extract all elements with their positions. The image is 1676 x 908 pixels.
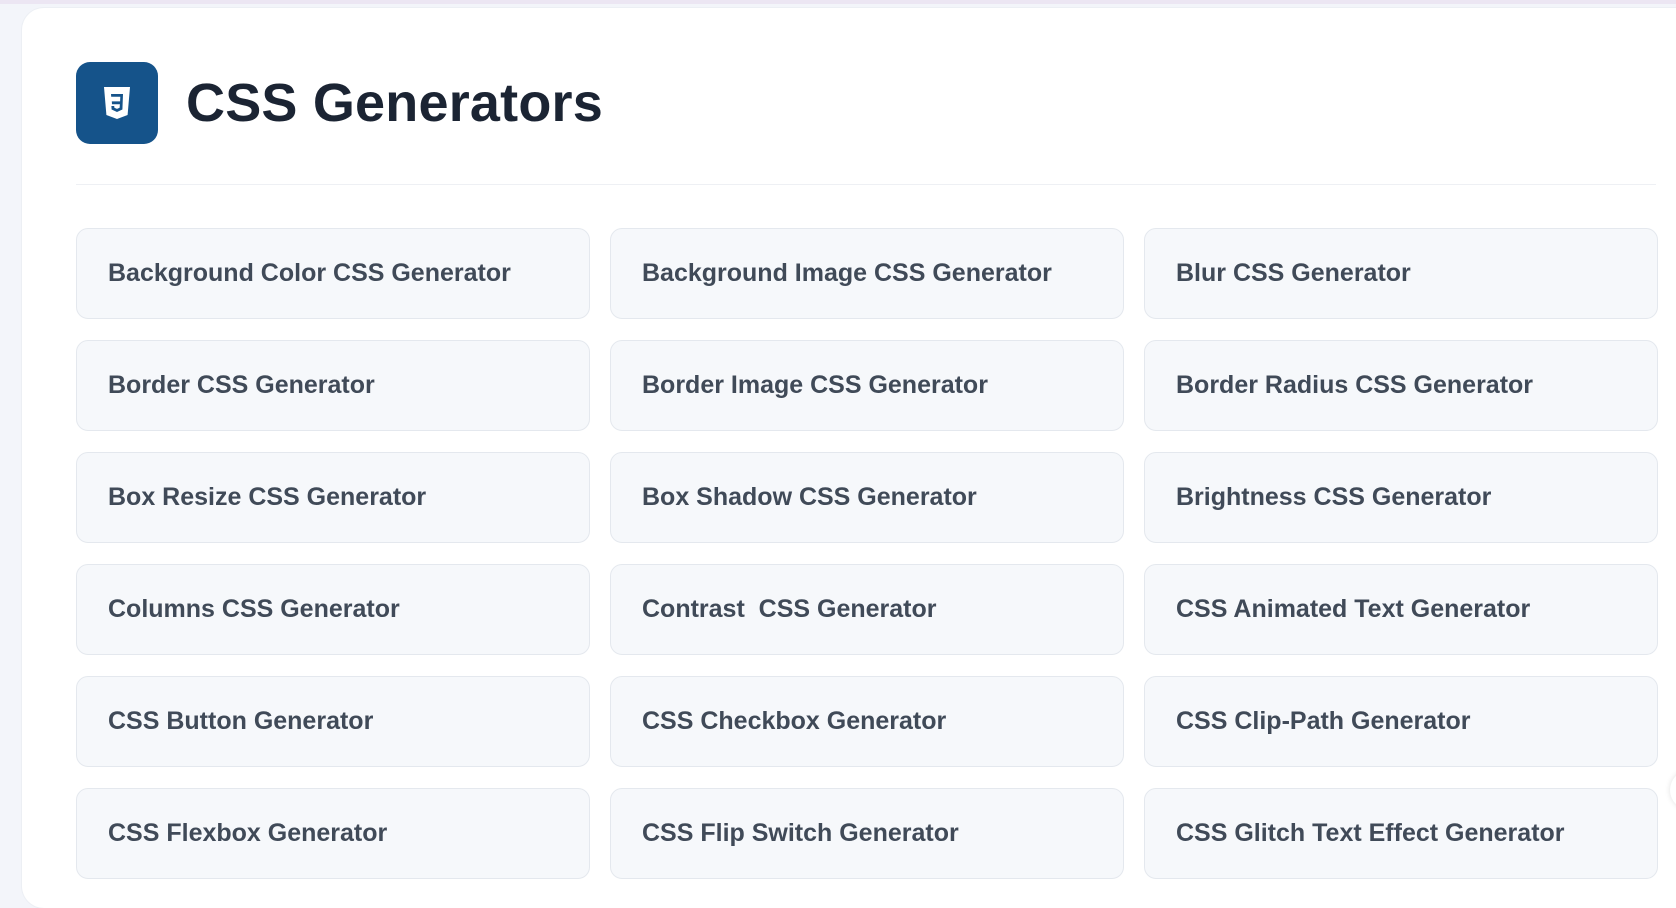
generator-card-label: Border CSS Generator: [108, 371, 375, 399]
generator-card-label: Border Radius CSS Generator: [1176, 371, 1534, 399]
generator-card-box-resize[interactable]: Box Resize CSS Generator: [76, 452, 590, 543]
generator-card-label: CSS Button Generator: [108, 707, 374, 735]
generator-card-label: Brightness CSS Generator: [1176, 483, 1492, 511]
generator-card-flip-switch[interactable]: CSS Flip Switch Generator: [610, 788, 1124, 879]
generator-card-label: Background Image CSS Generator: [642, 259, 1052, 287]
generator-card-label: CSS Checkbox Generator: [642, 707, 947, 735]
generator-card-button[interactable]: CSS Button Generator: [76, 676, 590, 767]
generator-card-label: CSS Animated Text Generator: [1176, 595, 1531, 623]
generator-card-checkbox[interactable]: CSS Checkbox Generator: [610, 676, 1124, 767]
generator-card-label: Columns CSS Generator: [108, 595, 400, 623]
generator-card-label: CSS Flexbox Generator: [108, 819, 388, 847]
generator-card-background-color[interactable]: Background Color CSS Generator: [76, 228, 590, 319]
generator-card-label: CSS Glitch Text Effect Generator: [1176, 819, 1565, 847]
generator-card-label: Contrast CSS Generator: [642, 595, 937, 623]
generator-card-contrast[interactable]: Contrast CSS Generator: [610, 564, 1124, 655]
generator-card-border-radius[interactable]: Border Radius CSS Generator: [1144, 340, 1658, 431]
generator-card-label: Border Image CSS Generator: [642, 371, 988, 399]
page-header: CSS Generators: [76, 62, 603, 144]
generator-card-border-image[interactable]: Border Image CSS Generator: [610, 340, 1124, 431]
generator-card-brightness[interactable]: Brightness CSS Generator: [1144, 452, 1658, 543]
generator-card-label: Blur CSS Generator: [1176, 259, 1411, 287]
generator-card-label: Background Color CSS Generator: [108, 259, 511, 287]
page-title: CSS Generators: [186, 73, 603, 133]
top-border-strip: [0, 0, 1676, 4]
header-divider: [76, 184, 1656, 185]
generator-card-label: CSS Flip Switch Generator: [642, 819, 959, 847]
generator-card-label: CSS Clip-Path Generator: [1176, 707, 1471, 735]
generator-card-columns[interactable]: Columns CSS Generator: [76, 564, 590, 655]
generator-card-background-image[interactable]: Background Image CSS Generator: [610, 228, 1124, 319]
css3-icon: [76, 62, 158, 144]
generator-card-clip-path[interactable]: CSS Clip-Path Generator: [1144, 676, 1658, 767]
generator-card-label: Box Shadow CSS Generator: [642, 483, 977, 511]
generator-card-border[interactable]: Border CSS Generator: [76, 340, 590, 431]
generator-grid: Background Color CSS Generator Backgroun…: [76, 228, 1658, 879]
generator-card-glitch-text[interactable]: CSS Glitch Text Effect Generator: [1144, 788, 1658, 879]
generator-card-label: Box Resize CSS Generator: [108, 483, 427, 511]
css3-shield-icon: [104, 87, 130, 119]
generator-card-box-shadow[interactable]: Box Shadow CSS Generator: [610, 452, 1124, 543]
generator-card-blur[interactable]: Blur CSS Generator: [1144, 228, 1658, 319]
generator-card-flexbox[interactable]: CSS Flexbox Generator: [76, 788, 590, 879]
generator-card-animated-text[interactable]: CSS Animated Text Generator: [1144, 564, 1658, 655]
